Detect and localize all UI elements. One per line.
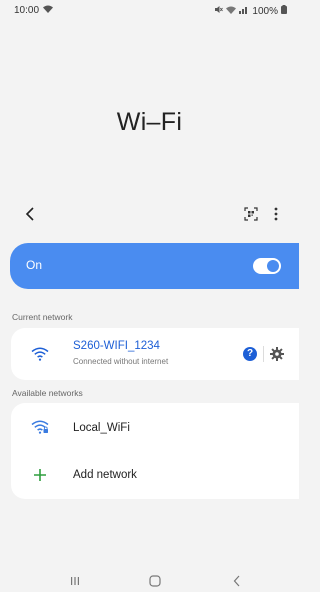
signal-icon — [239, 5, 249, 17]
back-arrow-icon — [233, 575, 240, 587]
current-network-name: S260-WIFI_1234 — [73, 340, 160, 352]
nav-back-button[interactable] — [222, 570, 252, 592]
battery-percent: 100% — [252, 5, 278, 17]
back-button[interactable] — [20, 202, 40, 226]
status-time: 10:00 — [14, 5, 40, 16]
wifi-calling-icon — [226, 6, 237, 17]
wifi-signal-icon — [31, 347, 49, 361]
available-networks-card: Local_WiFi Add network — [11, 403, 299, 499]
add-network-label: Add network — [73, 469, 137, 481]
network-item-local-wifi[interactable]: Local_WiFi — [11, 403, 299, 451]
recent-apps-icon — [71, 577, 79, 585]
status-right: 100% — [214, 5, 287, 17]
current-network-status: Connected without internet — [73, 357, 169, 366]
more-options-button[interactable] — [268, 203, 284, 225]
qr-scan-icon — [244, 207, 258, 221]
wifi-toggle[interactable] — [253, 258, 281, 274]
network-name: Local_WiFi — [73, 422, 130, 434]
divider — [263, 346, 264, 362]
help-icon[interactable]: ? — [243, 347, 257, 361]
chevron-left-icon — [25, 207, 34, 221]
battery-icon — [281, 5, 287, 17]
wifi-status-icon — [43, 5, 54, 16]
plus-icon — [34, 469, 46, 481]
wifi-switch-label: On — [26, 258, 43, 272]
secured-wifi-icon — [31, 420, 49, 434]
available-networks-header: Available networks — [12, 388, 83, 398]
page-title: Wi–Fi — [116, 108, 183, 136]
gear-icon — [270, 347, 284, 361]
current-network-header: Current network — [12, 312, 73, 322]
home-button[interactable] — [140, 570, 170, 592]
home-icon — [149, 575, 161, 587]
qr-scan-button[interactable] — [241, 203, 261, 225]
wifi-master-switch[interactable]: On — [10, 243, 299, 289]
network-settings-button[interactable] — [269, 346, 285, 362]
recent-apps-button[interactable] — [60, 570, 90, 592]
more-vert-icon — [274, 207, 278, 221]
status-bar: 10:00 100% — [0, 0, 299, 22]
add-network-button[interactable]: Add network — [11, 451, 299, 499]
navigation-bar — [0, 570, 299, 592]
mute-icon — [214, 5, 224, 17]
status-left: 10:00 — [14, 5, 54, 16]
current-network-card: S260-WIFI_1234 Connected without interne… — [11, 328, 299, 380]
